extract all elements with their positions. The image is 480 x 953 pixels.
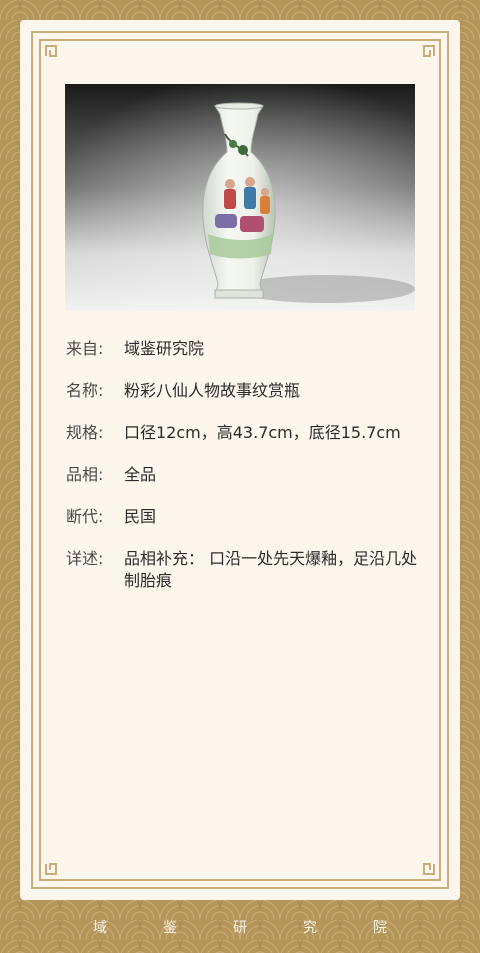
detail-row-spec: 规格: 口径12cm，高43.7cm，底径15.7cm: [66, 422, 426, 444]
detail-row-description: 详述: 品相补充： 口沿一处先天爆釉，足沿几处制胎痕: [66, 548, 426, 592]
spec-value: 口径12cm，高43.7cm，底径15.7cm: [124, 423, 401, 442]
dating-value: 民国: [124, 507, 157, 526]
vase-photo[interactable]: [65, 84, 415, 311]
source-value: 域鉴研究院: [124, 339, 205, 358]
detail-row-dating: 断代: 民国: [66, 506, 426, 528]
detail-row-condition: 品相: 全品: [66, 464, 426, 486]
detail-list: 来自: 域鉴研究院 名称: 粉彩八仙人物故事纹赏瓶 规格: 口径12cm，高43…: [66, 338, 426, 612]
footer-brand: 域鉴研究院: [0, 900, 480, 953]
footer-brand-text: 域鉴研究院: [93, 919, 443, 936]
detail-row-source: 来自: 域鉴研究院: [66, 338, 426, 360]
dating-label: 断代:: [66, 507, 104, 526]
name-label: 名称:: [66, 381, 104, 400]
source-label: 来自:: [66, 339, 104, 358]
detail-row-name: 名称: 粉彩八仙人物故事纹赏瓶: [66, 380, 426, 402]
spec-label: 规格:: [66, 423, 104, 442]
porcelain-vase-icon: [65, 84, 415, 311]
description-label: 详述:: [66, 549, 104, 568]
condition-value: 全品: [124, 465, 157, 484]
description-value: 品相补充： 口沿一处先天爆釉，足沿几处制胎痕: [124, 549, 418, 590]
detail-card: 来自: 域鉴研究院 名称: 粉彩八仙人物故事纹赏瓶 规格: 口径12cm，高43…: [20, 20, 460, 900]
condition-label: 品相:: [66, 465, 104, 484]
name-value: 粉彩八仙人物故事纹赏瓶: [124, 381, 301, 400]
